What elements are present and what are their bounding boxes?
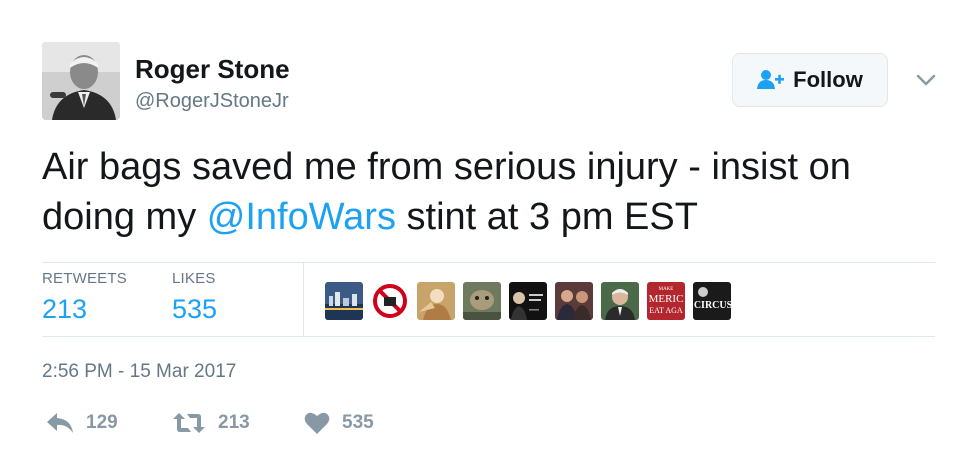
avatar[interactable]: [42, 42, 120, 120]
liker-avatar[interactable]: [325, 282, 363, 320]
retweet-icon: [172, 411, 206, 435]
svg-text:MAKE: MAKE: [659, 287, 674, 292]
retweets-count: 213: [42, 294, 88, 324]
divider: [42, 262, 935, 263]
svg-text:EAT AGA: EAT AGA: [649, 306, 683, 315]
liker-avatar[interactable]: [601, 282, 639, 320]
retweets-label: RETWEETS: [42, 270, 127, 287]
follow-button[interactable]: Follow: [732, 53, 888, 107]
likes-stat[interactable]: LIKES 535: [172, 270, 217, 325]
liker-avatar[interactable]: [417, 282, 455, 320]
liker-avatar[interactable]: MAKE MERIC EAT AGA: [647, 282, 685, 320]
chevron-down-icon[interactable]: [914, 68, 938, 92]
retweet-count: 213: [218, 412, 250, 433]
divider: [42, 336, 935, 337]
like-count: 535: [342, 412, 374, 433]
add-person-icon: [757, 69, 785, 91]
svg-text:MERIC: MERIC: [649, 293, 684, 305]
follow-label: Follow: [793, 67, 863, 92]
liker-avatars: MAKE MERIC EAT AGA CIRCUS: [325, 282, 731, 320]
display-name[interactable]: Roger Stone: [135, 54, 290, 85]
liker-avatar[interactable]: CIRCUS: [693, 282, 731, 320]
tweet-card: Roger Stone @RogerJStoneJr Follow Air ba…: [0, 0, 980, 476]
likes-count: 535: [172, 294, 218, 324]
tweet-text-part: stint at 3 pm EST: [395, 196, 698, 238]
liker-avatar[interactable]: [463, 282, 501, 320]
reply-count: 129: [86, 412, 118, 433]
stats-divider: [303, 262, 304, 336]
svg-text:CIRCUS: CIRCUS: [694, 300, 731, 311]
retweet-button[interactable]: 213: [172, 411, 250, 435]
liker-avatar[interactable]: [371, 282, 409, 320]
mention-link[interactable]: @InfoWars: [207, 196, 396, 238]
reply-button[interactable]: 129: [46, 411, 118, 435]
user-handle[interactable]: @RogerJStoneJr: [135, 90, 289, 113]
heart-icon: [304, 411, 330, 435]
reply-icon: [46, 411, 74, 435]
liker-avatar[interactable]: [555, 282, 593, 320]
retweets-stat[interactable]: RETWEETS 213: [42, 270, 127, 325]
liker-avatar[interactable]: [509, 282, 547, 320]
tweet-text: Air bags saved me from serious injury - …: [42, 142, 942, 242]
like-button[interactable]: 535: [304, 411, 374, 435]
tweet-timestamp[interactable]: 2:56 PM - 15 Mar 2017: [42, 361, 236, 383]
likes-label: LIKES: [172, 270, 216, 287]
